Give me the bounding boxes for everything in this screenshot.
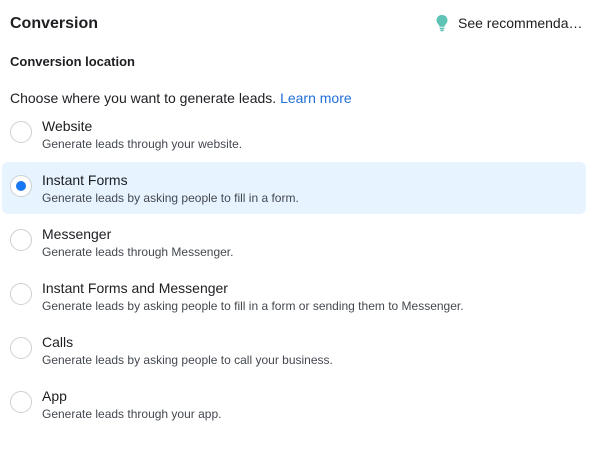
option-title: Calls: [42, 334, 74, 350]
option-title: App: [42, 388, 67, 404]
helper-text: Choose where you want to generate leads.: [10, 90, 277, 106]
option-title: Messenger: [42, 226, 112, 242]
option-title: Instant Forms: [42, 172, 128, 188]
option-website[interactable]: Website Generate leads through your websi…: [2, 108, 586, 160]
option-title: Instant Forms and Messenger: [42, 280, 228, 296]
lightbulb-icon: [436, 15, 448, 32]
conversion-header: Conversion See recommendations: [10, 15, 584, 37]
option-title: Website: [42, 118, 93, 134]
option-description: Generate leads by asking people to fill …: [42, 299, 464, 313]
option-app[interactable]: App Generate leads through your app.: [2, 378, 586, 430]
radio-button[interactable]: [10, 337, 32, 359]
option-instant-forms[interactable]: Instant Forms Generate leads by asking pe…: [2, 162, 586, 214]
option-description: Generate leads by asking people to call …: [42, 353, 333, 367]
option-description: Generate leads by asking people to fill …: [42, 191, 299, 205]
radio-button[interactable]: [10, 391, 32, 413]
option-description: Generate leads through your app.: [42, 407, 222, 421]
option-description: Generate leads through your website.: [42, 137, 243, 151]
see-recommendations-label[interactable]: See recommendations: [458, 15, 584, 31]
option-messenger[interactable]: Messenger Generate leads through Messenge…: [2, 216, 586, 268]
conversion-location-label: Conversion location: [10, 54, 135, 69]
see-recommendations-button[interactable]: See recommendations: [434, 14, 584, 32]
section-title: Conversion: [10, 15, 99, 32]
option-description: Generate leads through Messenger.: [42, 245, 234, 259]
helper-text-row: Choose where you want to generate leads.…: [10, 90, 352, 106]
option-calls[interactable]: Calls Generate leads by asking people to …: [2, 324, 586, 376]
conversion-location-options: Website Generate leads through your websi…: [2, 108, 586, 432]
radio-button[interactable]: [10, 121, 32, 143]
learn-more-link[interactable]: Learn more: [280, 90, 352, 106]
radio-button[interactable]: [10, 175, 32, 197]
radio-button[interactable]: [10, 283, 32, 305]
radio-button[interactable]: [10, 229, 32, 251]
option-instant-forms-and-messenger[interactable]: Instant Forms and Messenger Generate lead…: [2, 270, 586, 322]
